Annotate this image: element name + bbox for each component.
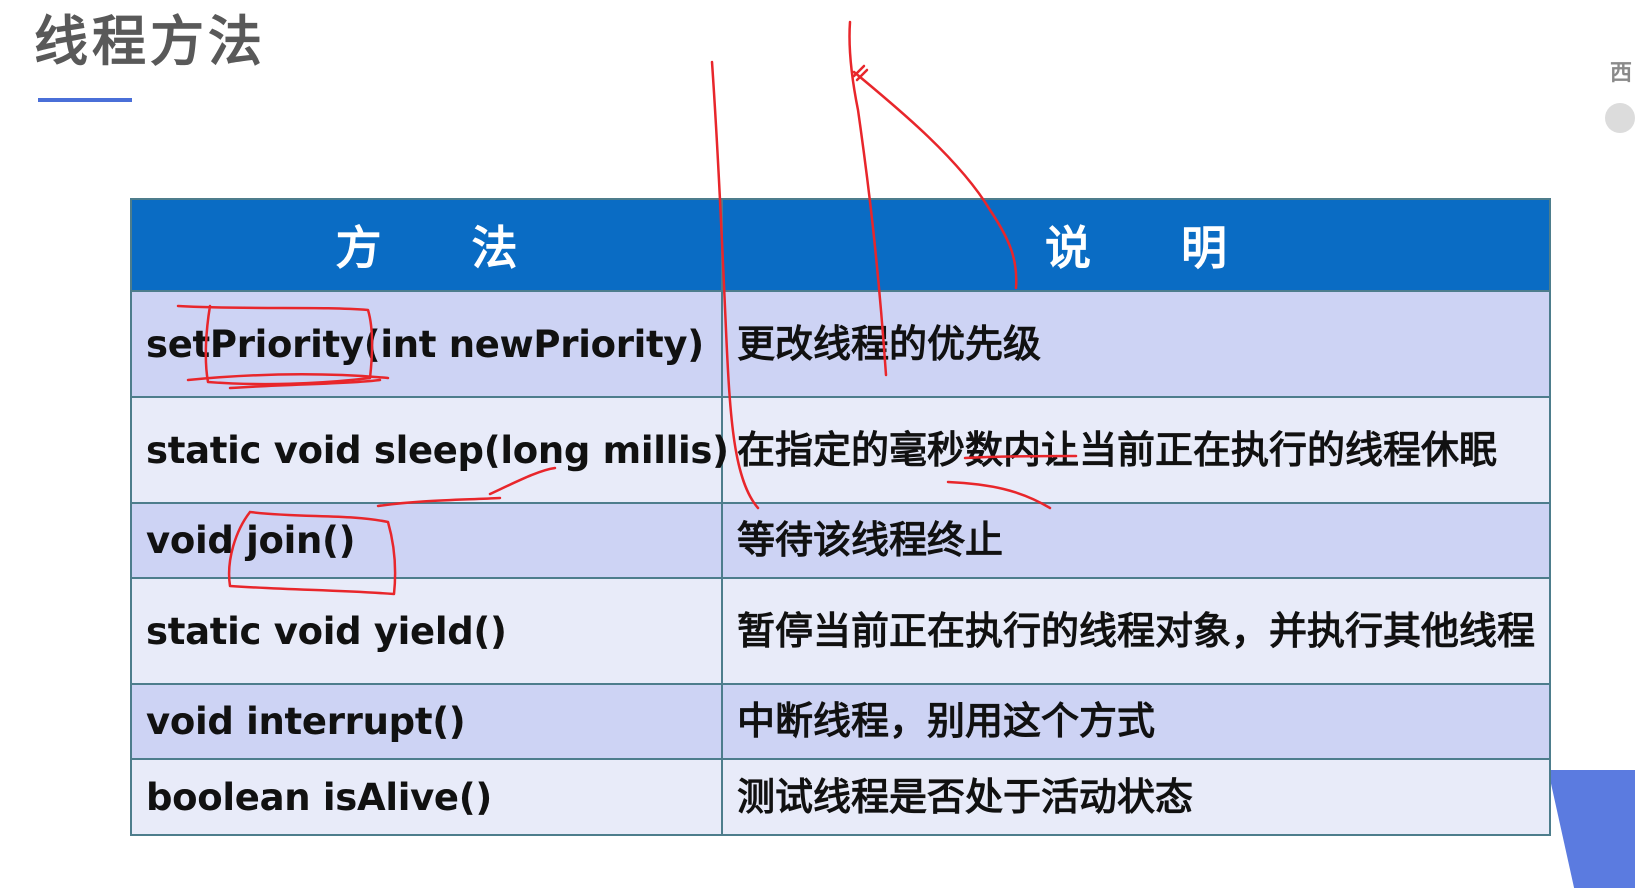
description-cell: 暂停当前正在执行的线程对象，并执行其他线程 bbox=[721, 577, 1551, 685]
method-cell: void join() bbox=[130, 502, 723, 579]
table-row: static void yield() 暂停当前正在执行的线程对象，并执行其他线… bbox=[130, 577, 1551, 685]
thread-methods-table: 方法 说明 setPriority(int newPriority) 更改线程的… bbox=[130, 198, 1551, 836]
method-cell: void interrupt() bbox=[130, 683, 723, 760]
method-cell: boolean isAlive() bbox=[130, 758, 723, 836]
title-underline bbox=[38, 98, 132, 102]
header-description: 说明 bbox=[721, 198, 1551, 292]
header-method: 方法 bbox=[130, 198, 723, 292]
method-cell: setPriority(int newPriority) bbox=[130, 290, 723, 398]
table-header-row: 方法 说明 bbox=[130, 198, 1551, 292]
method-cell: static void sleep(long millis) bbox=[130, 396, 729, 504]
table-row: static void sleep(long millis) 在指定的毫秒数内让… bbox=[130, 396, 1551, 504]
corner-decoration bbox=[1548, 770, 1635, 888]
side-panel-dot bbox=[1605, 103, 1635, 133]
description-cell: 更改线程的优先级 bbox=[721, 290, 1551, 398]
description-cell: 在指定的毫秒数内让当前正在执行的线程休眠 bbox=[721, 396, 1551, 504]
side-panel-char: 西 bbox=[1610, 61, 1633, 86]
table-row: void join() 等待该线程终止 bbox=[130, 502, 1551, 579]
table-row: setPriority(int newPriority) 更改线程的优先级 bbox=[130, 290, 1551, 398]
table-row: boolean isAlive() 测试线程是否处于活动状态 bbox=[130, 758, 1551, 836]
description-cell: 中断线程，别用这个方式 bbox=[721, 683, 1551, 760]
slide-title: 线程方法 bbox=[34, 10, 266, 73]
annotation-pen-cursor bbox=[852, 64, 869, 82]
description-cell: 测试线程是否处于活动状态 bbox=[721, 758, 1551, 836]
description-cell: 等待该线程终止 bbox=[721, 502, 1551, 579]
method-cell: static void yield() bbox=[130, 577, 723, 685]
table-row: void interrupt() 中断线程，别用这个方式 bbox=[130, 683, 1551, 760]
